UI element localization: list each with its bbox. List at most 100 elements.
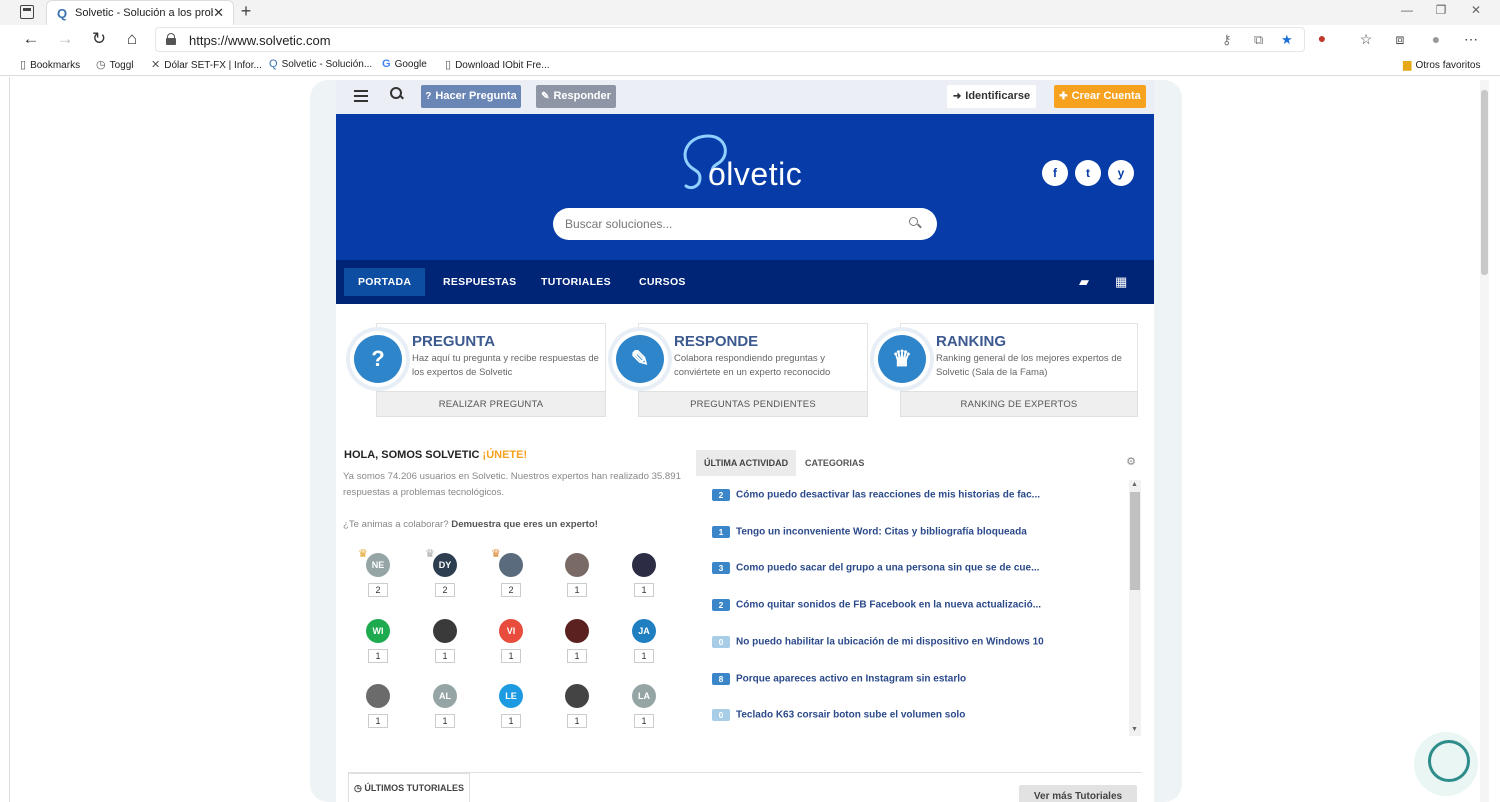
folder-open-icon[interactable]: ▰ bbox=[1079, 274, 1089, 290]
key-icon[interactable]: ⚷ bbox=[1222, 32, 1232, 48]
avatar[interactable] bbox=[565, 619, 589, 643]
user-card[interactable]: 1 bbox=[557, 684, 597, 740]
minimize-icon[interactable]: — bbox=[1397, 3, 1417, 17]
collections-icon[interactable]: ⧈ bbox=[1390, 31, 1410, 48]
user-card[interactable]: JA 1 bbox=[624, 619, 664, 675]
browser-tab[interactable]: Q Solvetic - Solución a los problem ✕ bbox=[46, 0, 234, 25]
login-button[interactable]: ➜ Identificarse bbox=[947, 85, 1036, 108]
site-search-input[interactable]: Buscar soluciones... bbox=[553, 208, 937, 240]
activity-item[interactable]: 8 Porque apareces activo en Instagram sin… bbox=[712, 672, 1132, 691]
activity-item[interactable]: 3 Como puedo sacar del grupo a una person… bbox=[712, 562, 1132, 580]
user-card[interactable]: LA 1 bbox=[624, 684, 664, 740]
gear-icon[interactable]: ⚙ bbox=[1126, 455, 1136, 468]
nav-cursos[interactable]: CURSOS bbox=[625, 268, 700, 296]
activity-title-link[interactable]: Teclado K63 corsair boton sube el volume… bbox=[736, 710, 965, 721]
activity-title-link[interactable]: Cómo puedo desactivar las reacciones de … bbox=[736, 490, 1040, 501]
activity-item[interactable]: 2 Cómo quitar sonidos de FB Facebook en l… bbox=[712, 599, 1132, 617]
reply-button[interactable]: ✎ Responder bbox=[536, 85, 616, 108]
avatar[interactable]: DY bbox=[433, 553, 457, 577]
search-icon[interactable] bbox=[390, 87, 404, 101]
bookmark-item[interactable]: ◷ Toggl bbox=[96, 58, 134, 71]
create-account-button[interactable]: ✚ Crear Cuenta bbox=[1054, 85, 1146, 108]
avatar[interactable]: LE bbox=[499, 684, 523, 708]
avatar[interactable] bbox=[433, 619, 457, 643]
bookmark-item[interactable]: G Google bbox=[382, 58, 427, 70]
user-card[interactable]: 1 bbox=[425, 619, 465, 675]
new-tab-button[interactable]: + bbox=[236, 1, 256, 22]
user-card[interactable]: LE 1 bbox=[491, 684, 531, 740]
user-card[interactable]: 1 bbox=[557, 553, 597, 609]
avatar[interactable]: JA bbox=[632, 619, 656, 643]
avatar[interactable]: NE bbox=[366, 553, 390, 577]
menu-icon[interactable] bbox=[354, 90, 368, 102]
avatar[interactable] bbox=[632, 553, 656, 577]
avatar[interactable] bbox=[565, 553, 589, 577]
avatar[interactable] bbox=[499, 553, 523, 577]
refresh-icon[interactable]: ↻ bbox=[88, 29, 110, 49]
activity-title-link[interactable]: Como puedo sacar del grupo a una persona… bbox=[736, 563, 1039, 574]
realizar-pregunta-button[interactable]: REALIZAR PREGUNTA bbox=[376, 391, 606, 417]
close-window-icon[interactable]: ✕ bbox=[1466, 3, 1486, 17]
avatar[interactable]: WI bbox=[366, 619, 390, 643]
more-menu-icon[interactable]: ⋯ bbox=[1461, 31, 1481, 48]
nav-respuestas[interactable]: RESPUESTAS bbox=[429, 268, 530, 296]
calendar-icon[interactable]: ▦ bbox=[1115, 274, 1127, 290]
bookmark-item[interactable]: ▯ Bookmarks bbox=[20, 58, 80, 71]
page-scroll-thumb[interactable] bbox=[1481, 90, 1488, 275]
user-card[interactable]: DY ♛ 2 bbox=[425, 548, 465, 609]
ranking-expertos-button[interactable]: RANKING DE EXPERTOS bbox=[900, 391, 1138, 417]
activity-item[interactable]: 0 No puedo habilitar la ubicación de mi d… bbox=[712, 635, 1132, 654]
avatar[interactable] bbox=[565, 684, 589, 708]
forward-icon[interactable]: → bbox=[54, 29, 76, 49]
user-card[interactable]: 1 bbox=[557, 619, 597, 675]
activity-scrollbar[interactable]: ▲ ▼ bbox=[1129, 480, 1141, 736]
preguntas-pendientes-button[interactable]: PREGUNTAS PENDIENTES bbox=[638, 391, 868, 417]
bookmark-item[interactable]: Q Solvetic - Solución... bbox=[269, 58, 372, 70]
activity-title-link[interactable]: Porque apareces activo en Instagram sin … bbox=[736, 673, 966, 684]
twitter-icon[interactable]: t bbox=[1075, 160, 1101, 186]
youtube-icon[interactable]: y bbox=[1108, 160, 1134, 186]
avatar[interactable] bbox=[366, 684, 390, 708]
profile-avatar-icon[interactable]: ● bbox=[1426, 31, 1446, 47]
user-card[interactable]: 1 bbox=[624, 553, 664, 609]
tab-ultima-actividad[interactable]: ÚLTIMA ACTIVIDAD bbox=[696, 450, 797, 476]
user-card[interactable]: VI 1 bbox=[491, 619, 531, 675]
more-tutorials-button[interactable]: Ver más Tutoriales bbox=[1019, 785, 1137, 802]
scroll-down-icon[interactable]: ▼ bbox=[1131, 726, 1138, 733]
join-link[interactable]: ¡ÚNETE! bbox=[483, 449, 528, 461]
user-card[interactable]: AL 1 bbox=[425, 684, 465, 740]
activity-item[interactable]: 2 Cómo puedo desactivar las reacciones de… bbox=[712, 489, 1132, 507]
back-icon[interactable]: ← bbox=[20, 29, 42, 49]
search-icon[interactable] bbox=[909, 217, 921, 229]
page-scrollbar[interactable] bbox=[1480, 80, 1489, 802]
tab-ultimos-tutoriales[interactable]: ◷ ÚLTIMOS TUTORIALES bbox=[348, 773, 470, 802]
user-card[interactable]: 1 bbox=[358, 684, 398, 740]
tab-actions-icon[interactable] bbox=[20, 5, 34, 19]
activity-title-link[interactable]: Tengo un inconveniente Word: Citas y bib… bbox=[736, 526, 1027, 537]
other-favorites[interactable]: ▆ Otros favoritos bbox=[1403, 58, 1481, 71]
avatar[interactable]: AL bbox=[433, 684, 457, 708]
tab-close-icon[interactable]: ✕ bbox=[213, 5, 224, 21]
become-expert-link[interactable]: Demuestra que eres un experto! bbox=[451, 519, 598, 530]
facebook-icon[interactable]: f bbox=[1042, 160, 1068, 186]
avatar[interactable]: LA bbox=[632, 684, 656, 708]
open-app-icon[interactable]: ⧉ bbox=[1254, 32, 1263, 48]
avatar[interactable]: VI bbox=[499, 619, 523, 643]
activity-title-link[interactable]: Cómo quitar sonidos de FB Facebook en la… bbox=[736, 600, 1041, 611]
activity-title-link[interactable]: No puedo habilitar la ubicación de mi di… bbox=[736, 636, 1044, 647]
ask-question-button[interactable]: ? Hacer Pregunta bbox=[421, 85, 521, 108]
scroll-thumb[interactable] bbox=[1130, 492, 1140, 590]
bookmark-item[interactable]: ▯ Download IObit Fre... bbox=[445, 58, 550, 71]
tab-categorias[interactable]: CATEGORIAS bbox=[797, 450, 872, 476]
bookmark-item[interactable]: ✕ Dólar SET-FX | Infor... bbox=[151, 58, 262, 71]
activity-item[interactable]: 1 Tengo un inconveniente Word: Citas y bi… bbox=[712, 525, 1132, 544]
home-icon[interactable]: ⌂ bbox=[121, 29, 143, 49]
nav-tutoriales[interactable]: TUTORIALES bbox=[527, 268, 625, 296]
user-card[interactable]: NE ♛ 2 bbox=[358, 548, 398, 609]
restore-icon[interactable]: ❐ bbox=[1431, 3, 1451, 17]
extension-icon[interactable]: ● bbox=[1312, 30, 1332, 46]
url-field[interactable]: https://www.solvetic.com ⚷ ⧉ ★ bbox=[155, 27, 1305, 52]
user-card[interactable]: WI 1 bbox=[358, 619, 398, 675]
favorites-list-icon[interactable]: ☆ bbox=[1356, 31, 1376, 48]
activity-item[interactable]: 0 Teclado K63 corsair boton sube el volum… bbox=[712, 709, 1132, 727]
